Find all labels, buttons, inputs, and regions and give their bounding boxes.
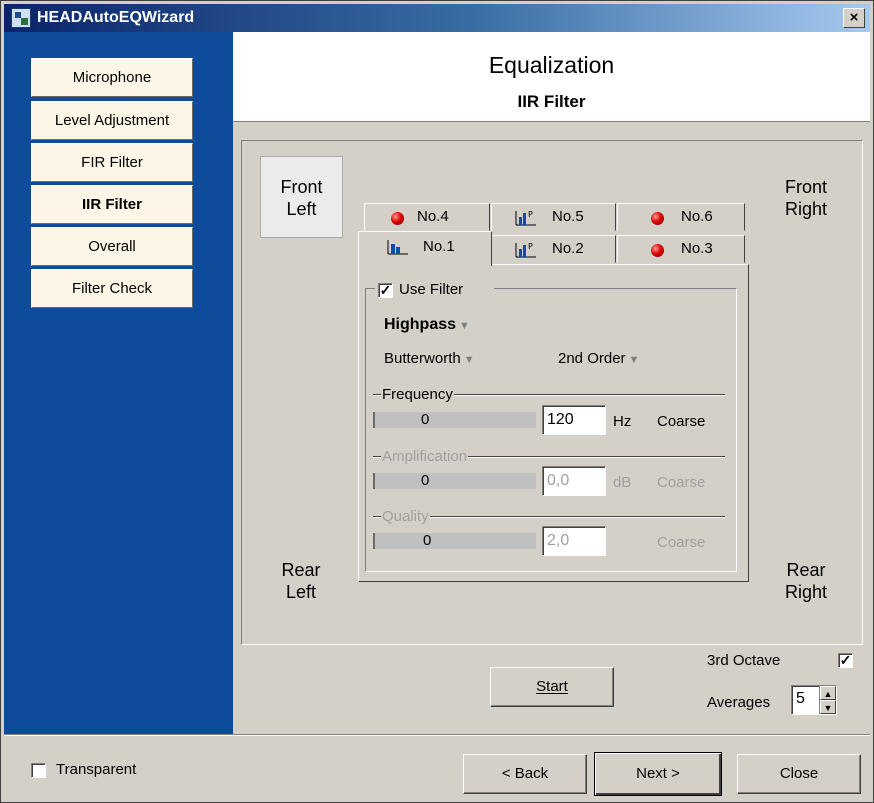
amplification-slider[interactable]: 0: [373, 472, 536, 489]
amplification-input[interactable]: 0,0: [542, 466, 606, 496]
back-button[interactable]: < Back: [463, 754, 587, 794]
next-button[interactable]: Next >: [594, 752, 722, 796]
sidebar-item-iir-filter[interactable]: IIR Filter: [31, 185, 193, 224]
quality-slider-value: 0: [423, 532, 432, 549]
tab-no1-label: No.1: [423, 238, 455, 255]
filter-curve-icon: P: [515, 210, 536, 226]
filter-type-dropdown[interactable]: Highpass ▼: [384, 316, 470, 334]
frequency-slider[interactable]: 0: [373, 411, 536, 428]
frequency-title: Frequency: [381, 386, 454, 403]
third-octave-checkbox[interactable]: ✓: [838, 653, 853, 668]
tab-no4[interactable]: No.4: [364, 203, 490, 231]
channel-front-right[interactable]: Front Right: [761, 176, 851, 220]
use-filter-checkbox[interactable]: ✓: [378, 283, 393, 298]
use-filter-checkbox-row[interactable]: ✓ Use Filter: [375, 280, 494, 300]
filter-order-value: 2nd Order: [558, 350, 626, 367]
tab-no4-label: No.4: [417, 208, 449, 225]
page-header: Equalization IIR Filter: [233, 32, 870, 122]
red-led-icon: [651, 212, 664, 225]
title-bar: HEADAutoEQWizard ×: [4, 4, 870, 32]
sidebar-item-level-adjustment[interactable]: Level Adjustment: [31, 101, 193, 140]
filter-order-dropdown[interactable]: 2nd Order ▼: [558, 350, 639, 367]
filter-type-value: Highpass: [384, 316, 457, 333]
use-filter-label: Use Filter: [399, 281, 464, 298]
tab-no3-label: No.3: [681, 240, 713, 257]
averages-spinner[interactable]: 5 ▲ ▼: [791, 685, 837, 715]
tab-no2-label: No.2: [552, 240, 584, 257]
channel-rear-right[interactable]: Rear Right: [761, 559, 851, 603]
frequency-coarse-toggle[interactable]: Coarse: [657, 413, 705, 430]
tab-no5[interactable]: P No.5: [491, 203, 616, 231]
tab-no6-label: No.6: [681, 208, 713, 225]
tab-no6[interactable]: No.6: [617, 203, 745, 231]
wizard-window: HEADAutoEQWizard × Microphone Level Adju…: [0, 0, 874, 803]
sidebar-item-fir-filter[interactable]: FIR Filter: [31, 143, 193, 182]
sidebar-item-filter-check[interactable]: Filter Check: [31, 269, 193, 308]
spin-up-icon[interactable]: ▲: [820, 686, 836, 700]
quality-slider[interactable]: 0: [373, 532, 536, 549]
spin-down-icon[interactable]: ▼: [820, 700, 836, 714]
svg-text:P: P: [528, 210, 533, 219]
red-led-icon: [651, 244, 664, 257]
dropdown-arrow-icon: ▼: [463, 354, 475, 366]
amplification-title: Amplification: [381, 448, 469, 465]
channel-front-left[interactable]: Front Left: [260, 156, 343, 238]
channel-rear-left[interactable]: Rear Left: [261, 559, 341, 603]
quality-coarse-toggle[interactable]: Coarse: [657, 534, 705, 551]
footer-divider: [4, 734, 870, 736]
transparent-label: Transparent: [56, 761, 137, 778]
tab-no1[interactable]: No.1: [358, 231, 492, 266]
tab-no5-label: No.5: [552, 208, 584, 225]
svg-text:P: P: [528, 242, 533, 251]
frequency-input[interactable]: 120: [542, 405, 606, 435]
amplification-coarse-toggle[interactable]: Coarse: [657, 474, 705, 491]
amplification-unit: dB: [613, 474, 632, 491]
window-title: HEADAutoEQWizard: [37, 9, 195, 26]
app-icon: [11, 8, 31, 28]
frequency-slider-value: 0: [421, 411, 430, 428]
transparent-checkbox[interactable]: [31, 763, 46, 778]
third-octave-label: 3rd Octave: [707, 652, 781, 669]
red-led-icon: [391, 212, 404, 225]
tab-no2[interactable]: P No.2: [491, 235, 616, 263]
sidebar-item-overall[interactable]: Overall: [31, 227, 193, 266]
averages-value: 5: [796, 690, 805, 707]
quality-input[interactable]: 2,0: [542, 526, 606, 556]
sidebar: Microphone Level Adjustment FIR Filter I…: [4, 32, 233, 734]
channel-front-left-label: Front Left: [280, 177, 323, 219]
start-button-label: Start: [536, 678, 568, 695]
dropdown-arrow-icon: ▼: [459, 320, 470, 332]
page-title: Equalization: [488, 52, 615, 78]
start-button[interactable]: Start: [490, 667, 614, 707]
amplification-slider-value: 0: [421, 472, 430, 489]
dropdown-arrow-icon: ▼: [628, 354, 640, 366]
close-window-button[interactable]: ×: [843, 8, 865, 28]
tab-no3[interactable]: No.3: [617, 235, 745, 263]
filter-curve-icon: P: [515, 242, 536, 258]
quality-title: Quality: [381, 508, 430, 525]
frequency-unit: Hz: [613, 413, 632, 430]
averages-label: Averages: [707, 694, 771, 711]
close-button[interactable]: Close: [737, 754, 861, 794]
filter-characteristic-value: Butterworth: [384, 350, 461, 367]
filter-curve-icon: [387, 240, 408, 255]
averages-updown[interactable]: ▲ ▼: [819, 686, 836, 714]
filter-characteristic-dropdown[interactable]: Butterworth ▼: [384, 350, 475, 367]
page-subtitle: IIR Filter: [517, 92, 586, 111]
sidebar-item-microphone[interactable]: Microphone: [31, 58, 193, 97]
